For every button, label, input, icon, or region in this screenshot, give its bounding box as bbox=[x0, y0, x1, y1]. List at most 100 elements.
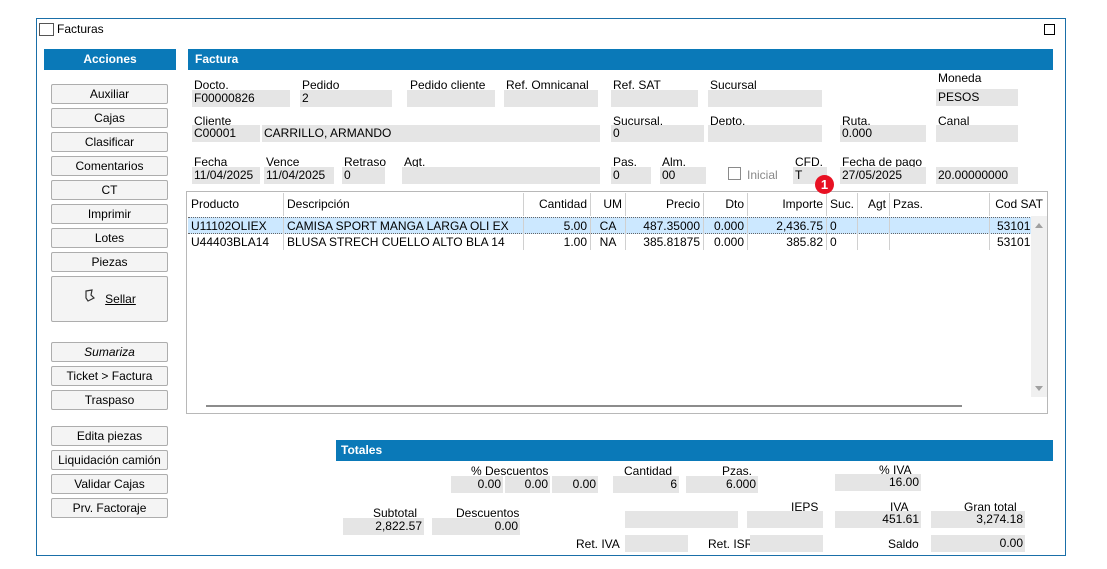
col-dto[interactable]: Dto bbox=[704, 193, 748, 216]
ref-omnicanal-field[interactable] bbox=[504, 90, 598, 107]
ieps-value-field[interactable] bbox=[747, 511, 823, 528]
totales-header: Totales bbox=[336, 440, 1053, 461]
ct-button[interactable]: CT bbox=[51, 180, 168, 200]
col-descripcion[interactable]: Descripción bbox=[284, 193, 524, 216]
vertical-scrollbar[interactable] bbox=[1031, 216, 1047, 397]
cell-producto: U44403BLA14 bbox=[188, 234, 284, 250]
descuentos-field[interactable]: 0.00 bbox=[432, 518, 520, 535]
col-importe[interactable]: Importe bbox=[748, 193, 827, 216]
ret-isr-field[interactable] bbox=[750, 535, 823, 552]
col-cod-sat[interactable]: Cod SAT bbox=[990, 193, 1046, 216]
col-agt[interactable]: Agt bbox=[858, 193, 890, 216]
fecha-field[interactable]: 11/04/2025 bbox=[192, 167, 260, 184]
traspaso-button[interactable]: Traspaso bbox=[51, 390, 168, 410]
moneda-label: Moneda bbox=[938, 71, 982, 85]
col-cantidad[interactable]: Cantidad bbox=[524, 193, 591, 216]
pas-field[interactable]: 0 bbox=[611, 167, 651, 184]
ticket-factura-button[interactable]: Ticket > Factura bbox=[51, 366, 168, 386]
docto-field[interactable]: F00000826 bbox=[192, 90, 290, 107]
lotes-button[interactable]: Lotes bbox=[51, 228, 168, 248]
desc2-field[interactable]: 0.00 bbox=[505, 476, 550, 493]
pedido-cliente-field[interactable] bbox=[407, 90, 495, 107]
ret-isr-label: Ret. ISR bbox=[708, 537, 754, 551]
maximize-button[interactable] bbox=[1044, 24, 1055, 35]
cell-importe: 2,436.75 bbox=[748, 218, 827, 234]
cell-precio: 487.35000 bbox=[626, 218, 704, 234]
gran-total-field[interactable]: 3,274.18 bbox=[931, 511, 1025, 528]
cell-dto: 0.000 bbox=[704, 234, 748, 250]
desc1-field[interactable]: 0.00 bbox=[451, 476, 503, 493]
imprimir-button[interactable]: Imprimir bbox=[51, 204, 168, 224]
depto-field[interactable] bbox=[708, 125, 822, 142]
saldo-field[interactable]: 0.00 bbox=[931, 535, 1025, 552]
sellar-button[interactable]: Sellar bbox=[51, 276, 168, 322]
sumariza-button[interactable]: Sumariza bbox=[51, 342, 168, 362]
cliente-nombre-field[interactable]: CARRILLO, ARMANDO bbox=[262, 125, 600, 142]
moneda-field[interactable]: PESOS bbox=[936, 89, 1018, 106]
ref-sat-field[interactable] bbox=[611, 90, 698, 107]
cell-um: NA bbox=[591, 234, 626, 250]
pzas-field[interactable]: 6.000 bbox=[686, 476, 758, 493]
cantidad-field[interactable]: 6 bbox=[613, 476, 679, 493]
sucursal2-field[interactable]: 0 bbox=[611, 125, 704, 142]
liquidacion-camion-button[interactable]: Liquidación camión bbox=[51, 450, 168, 470]
window-title: Facturas bbox=[57, 22, 104, 36]
cell-descripcion: CAMISA SPORT MANGA LARGA OLI EX bbox=[284, 218, 524, 234]
col-suc[interactable]: Suc. bbox=[827, 193, 858, 216]
iva-field[interactable]: 451.61 bbox=[835, 511, 921, 528]
saldo-label: Saldo bbox=[888, 537, 919, 551]
cell-producto: U11102OLIEX bbox=[188, 218, 284, 234]
horizontal-scrollbar[interactable] bbox=[188, 398, 1031, 413]
prv-factoraje-button[interactable]: Prv. Factoraje bbox=[51, 498, 168, 518]
table-row[interactable]: U11102OLIEX CAMISA SPORT MANGA LARGA OLI… bbox=[188, 217, 1046, 234]
subtotal-field[interactable]: 2,822.57 bbox=[343, 518, 424, 535]
retraso-field[interactable]: 0 bbox=[342, 167, 385, 184]
cell-pzas bbox=[890, 218, 990, 234]
ret-iva-label: Ret. IVA bbox=[576, 537, 620, 551]
scroll-arrows-icon bbox=[1035, 223, 1043, 391]
cell-cantidad: 5.00 bbox=[524, 218, 591, 234]
fecha-pago-field[interactable]: 27/05/2025 bbox=[840, 167, 926, 184]
ruta-field[interactable]: 0.000 bbox=[840, 125, 926, 142]
inicial-checkbox[interactable] bbox=[728, 167, 741, 180]
factura-header: Factura bbox=[188, 49, 1053, 70]
pct-iva-field[interactable]: 16.00 bbox=[835, 474, 921, 491]
piezas-button[interactable]: Piezas bbox=[51, 252, 168, 272]
cell-cod-sat: 53101 bbox=[997, 219, 1031, 233]
clasificar-button[interactable]: Clasificar bbox=[51, 132, 168, 152]
notification-badge: 1 bbox=[815, 175, 834, 194]
alm-field[interactable]: 00 bbox=[660, 167, 706, 184]
sellar-label: Sellar bbox=[105, 292, 136, 306]
pedido-field[interactable]: 2 bbox=[300, 90, 392, 107]
col-pzas[interactable]: Pzas. bbox=[890, 193, 990, 216]
cell-suc: 0 bbox=[827, 234, 858, 250]
canal-field[interactable] bbox=[936, 125, 1018, 142]
cell-pzas bbox=[890, 234, 990, 250]
cajas-button[interactable]: Cajas bbox=[51, 108, 168, 128]
cell-um: CA bbox=[591, 218, 626, 234]
edita-piezas-button[interactable]: Edita piezas bbox=[51, 426, 168, 446]
validar-cajas-button[interactable]: Validar Cajas bbox=[51, 474, 168, 494]
cliente-codigo-field[interactable]: C00001 bbox=[192, 125, 260, 142]
ieps-field[interactable] bbox=[625, 511, 738, 528]
scroll-thumb[interactable] bbox=[206, 405, 962, 407]
vence-field[interactable]: 11/04/2025 bbox=[264, 167, 334, 184]
stamp-icon bbox=[83, 277, 97, 321]
cell-descripcion: BLUSA STRECH CUELLO ALTO BLA 14 bbox=[284, 234, 524, 250]
desc3-field[interactable]: 0.00 bbox=[552, 476, 598, 493]
cell-agt bbox=[858, 234, 890, 250]
cell-cantidad: 1.00 bbox=[524, 234, 591, 250]
auxiliar-button[interactable]: Auxiliar bbox=[51, 84, 168, 104]
cell-importe: 385.82 bbox=[748, 234, 827, 250]
ret-iva-field[interactable] bbox=[625, 535, 688, 552]
col-precio[interactable]: Precio bbox=[626, 193, 704, 216]
col-um[interactable]: UM bbox=[591, 193, 626, 216]
agt-field[interactable] bbox=[402, 167, 600, 184]
tipo-cambio-field[interactable]: 20.00000000 bbox=[936, 167, 1018, 184]
col-producto[interactable]: Producto bbox=[188, 193, 284, 216]
actions-header: Acciones bbox=[44, 49, 176, 70]
comentarios-button[interactable]: Comentarios bbox=[51, 156, 168, 176]
sucursal-field[interactable] bbox=[708, 90, 822, 107]
table-row[interactable]: U44403BLA14 BLUSA STRECH CUELLO ALTO BLA… bbox=[188, 234, 1046, 250]
inicial-label: Inicial bbox=[747, 168, 778, 182]
